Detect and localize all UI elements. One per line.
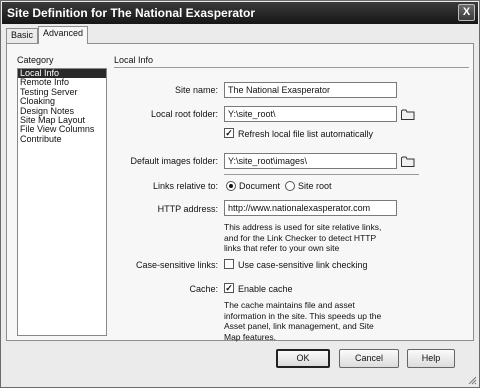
cancel-button[interactable]: Cancel [339,349,399,368]
close-button[interactable]: X [458,4,475,21]
default-images-folder-input[interactable]: Y:\site_root\images\ [224,153,397,169]
note-line: This address is used for site relative l… [224,222,382,232]
site-name-label: Site name: [174,85,218,95]
section-divider [114,67,469,68]
ok-button[interactable]: OK [276,349,330,368]
links-relative-label: Links relative to: [152,181,218,191]
tab-advanced[interactable]: Advanced [38,26,89,44]
radio-selected-dot [229,184,233,188]
cache-note: The cache maintains file and asset infor… [224,300,381,342]
site-definition-dialog: Site Definition for The National Exasper… [0,0,480,388]
radio-document-label: Document [239,181,281,191]
note-line: Asset panel, link management, and Site [224,321,374,331]
default-images-folder-label: Default images folder: [130,156,218,166]
refresh-label: Refresh local file list automatically [238,129,374,139]
category-list[interactable]: Local Info Remote Info Testing Server Cl… [17,68,107,336]
section-title: Local Info [114,55,154,65]
category-item-contribute[interactable]: Contribute [18,134,106,144]
note-line: and for the Link Checker to detect HTTP [224,232,377,243]
enable-cache-label: Enable cache [238,284,293,294]
note-line: links that refer to your own site [224,243,340,253]
category-heading: Category [17,55,54,65]
note-line: information in the site. This speeds up … [224,310,382,321]
note-line: Map features. [224,331,276,342]
radio-site-root[interactable] [285,181,295,191]
enable-cache-checkbox[interactable]: ✓ [224,283,234,293]
resize-grip-icon[interactable] [467,375,477,385]
radio-document[interactable] [226,181,236,191]
case-sensitive-checkbox-label: Use case-sensitive link checking [238,260,368,270]
tab-basic[interactable]: Basic [6,28,39,43]
refresh-checkbox[interactable]: ✓ [224,128,234,138]
close-icon: X [462,6,471,18]
help-button[interactable]: Help [407,349,455,368]
links-divider [224,174,419,175]
local-root-folder-label: Local root folder: [150,109,218,119]
title-bar[interactable]: Site Definition for The National Exasper… [2,2,478,24]
case-sensitive-label: Case-sensitive links: [135,260,218,270]
local-root-folder-input[interactable]: Y:\site_root\ [224,106,397,122]
http-address-note: This address is used for site relative l… [224,222,381,254]
tab-panel: Category Local Info Remote Info Testing … [6,43,474,342]
browse-folder-icon[interactable] [401,109,415,120]
note-line: The cache maintains file and asset [224,300,355,310]
radio-site-root-label: Site root [298,181,332,191]
window-title: Site Definition for The National Exasper… [7,6,256,20]
case-sensitive-checkbox[interactable] [224,259,234,269]
http-address-label: HTTP address: [157,204,218,214]
cache-label: Cache: [189,284,218,294]
browse-folder-icon[interactable] [401,156,415,167]
http-address-input[interactable]: http://www.nationalexasperator.com [224,200,397,216]
site-name-input[interactable]: The National Exasperator [224,82,397,98]
